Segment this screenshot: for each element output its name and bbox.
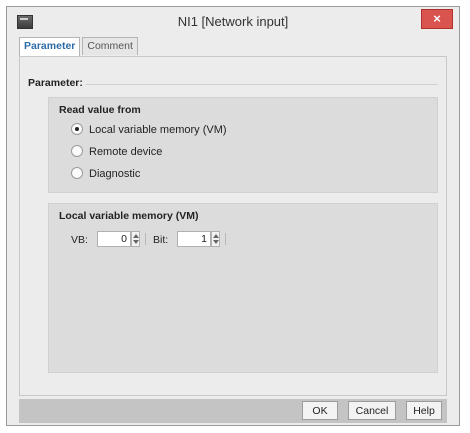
read-value-group-title: Read value from [59,104,141,116]
tab-parameter[interactable]: Parameter [19,37,81,56]
radio-remote-device[interactable]: Remote device [71,144,162,160]
vb-spinner-up-down-icon[interactable] [131,231,140,247]
radio-label: Remote device [89,146,163,158]
close-button[interactable]: × [421,9,453,29]
tab-content-panel: Parameter: Read value from Local variabl… [19,56,447,396]
help-button[interactable]: Help [406,401,442,420]
separator [225,233,226,245]
read-value-group: Read value from Local variable memory (V… [48,97,438,193]
local-vm-group: Local variable memory (VM) VB: 0 Bit: 1 [48,203,438,373]
radio-diagnostic[interactable]: Diagnostic [71,166,140,182]
vb-label: VB: [71,234,88,246]
button-bar: OK Cancel Help [19,399,447,423]
radio-label: Local variable memory (VM) [89,124,227,136]
section-divider [86,84,438,85]
title-bar[interactable]: NI1 [Network input] × [7,7,459,37]
window-title: NI1 [Network input] [177,14,289,29]
bit-input[interactable]: 1 [177,231,211,247]
section-title: Parameter: [28,77,83,89]
dialog-window: NI1 [Network input] × Parameter Comment … [6,6,460,426]
ok-button[interactable]: OK [302,401,338,420]
tab-bar: Parameter Comment [19,37,140,56]
bit-label: Bit: [153,234,169,246]
radio-icon[interactable] [71,145,83,158]
radio-label: Diagnostic [89,168,141,180]
local-vm-group-title: Local variable memory (VM) [59,210,199,222]
radio-selected-icon[interactable] [71,123,83,136]
separator [145,233,146,245]
radio-icon[interactable] [71,167,83,180]
bit-spinner-up-down-icon[interactable] [211,231,220,247]
cancel-button[interactable]: Cancel [348,401,396,420]
vb-input[interactable]: 0 [97,231,131,247]
radio-local-vm[interactable]: Local variable memory (VM) [71,122,227,138]
tab-comment[interactable]: Comment [82,37,138,55]
